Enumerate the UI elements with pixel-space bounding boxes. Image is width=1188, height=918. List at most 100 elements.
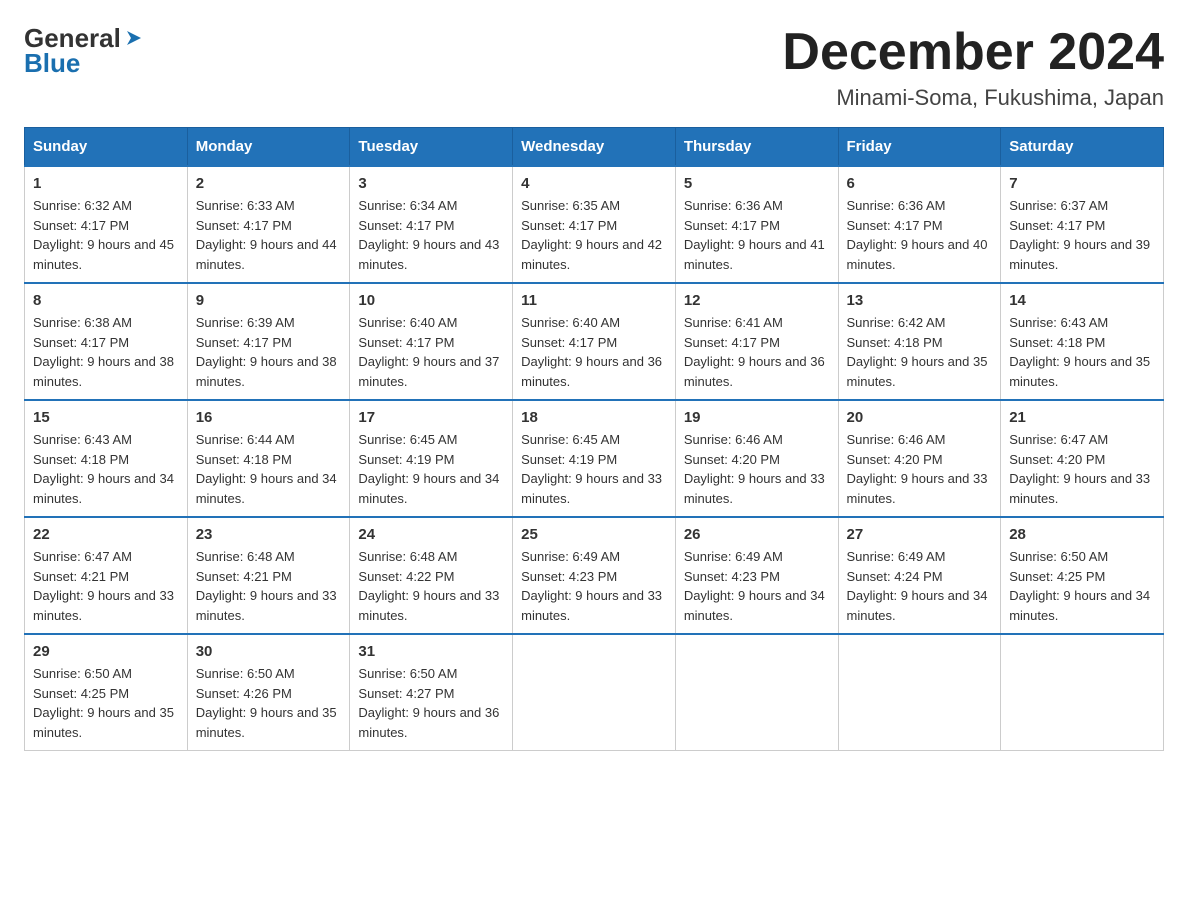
day-number: 25 [521,526,667,543]
calendar-cell: 27 Sunrise: 6:49 AMSunset: 4:24 PMDayligh… [838,517,1001,634]
day-info: Sunrise: 6:41 AMSunset: 4:17 PMDaylight:… [684,313,830,391]
day-number: 28 [1009,526,1155,543]
day-number: 26 [684,526,830,543]
calendar-cell [675,634,838,751]
calendar-cell: 30 Sunrise: 6:50 AMSunset: 4:26 PMDayligh… [187,634,350,751]
header-thursday: Thursday [675,128,838,167]
day-number: 31 [358,643,504,660]
day-number: 13 [847,292,993,309]
week-row-5: 29 Sunrise: 6:50 AMSunset: 4:25 PMDayligh… [25,634,1164,751]
day-number: 24 [358,526,504,543]
week-row-1: 1Sunrise: 6:32 AMSunset: 4:17 PMDaylight… [25,166,1164,283]
calendar-cell [513,634,676,751]
day-info: Sunrise: 6:36 AMSunset: 4:17 PMDaylight:… [684,196,830,274]
logo: General Blue [24,24,145,77]
day-info: Sunrise: 6:50 AMSunset: 4:26 PMDaylight:… [196,664,342,742]
day-info: Sunrise: 6:43 AMSunset: 4:18 PMDaylight:… [1009,313,1155,391]
calendar-cell: 4 Sunrise: 6:35 AMSunset: 4:17 PMDaylight… [513,166,676,283]
logo-blue: Blue [24,49,145,78]
calendar-subtitle: Minami-Soma, Fukushima, Japan [782,85,1164,111]
day-info: Sunrise: 6:34 AMSunset: 4:17 PMDaylight:… [358,196,504,274]
day-number: 16 [196,409,342,426]
calendar-cell: 28 Sunrise: 6:50 AMSunset: 4:25 PMDayligh… [1001,517,1164,634]
day-number: 3 [358,175,504,192]
day-info: Sunrise: 6:49 AMSunset: 4:23 PMDaylight:… [684,547,830,625]
day-number: 27 [847,526,993,543]
logo-arrow-icon [123,27,145,49]
day-info: Sunrise: 6:46 AMSunset: 4:20 PMDaylight:… [684,430,830,508]
header-friday: Friday [838,128,1001,167]
calendar-cell: 8 Sunrise: 6:38 AMSunset: 4:17 PMDaylight… [25,283,188,400]
calendar-table: SundayMondayTuesdayWednesdayThursdayFrid… [24,127,1164,751]
header-tuesday: Tuesday [350,128,513,167]
day-number: 12 [684,292,830,309]
calendar-title: December 2024 [782,24,1164,81]
week-row-4: 22Sunrise: 6:47 AMSunset: 4:21 PMDayligh… [25,517,1164,634]
calendar-cell: 3 Sunrise: 6:34 AMSunset: 4:17 PMDaylight… [350,166,513,283]
calendar-cell: 17 Sunrise: 6:45 AMSunset: 4:19 PMDayligh… [350,400,513,517]
calendar-cell: 12 Sunrise: 6:41 AMSunset: 4:17 PMDayligh… [675,283,838,400]
day-info: Sunrise: 6:38 AMSunset: 4:17 PMDaylight:… [33,313,179,391]
day-info: Sunrise: 6:35 AMSunset: 4:17 PMDaylight:… [521,196,667,274]
calendar-cell: 15Sunrise: 6:43 AMSunset: 4:18 PMDayligh… [25,400,188,517]
day-info: Sunrise: 6:47 AMSunset: 4:21 PMDaylight:… [33,547,179,625]
day-number: 5 [684,175,830,192]
calendar-cell: 11 Sunrise: 6:40 AMSunset: 4:17 PMDayligh… [513,283,676,400]
day-info: Sunrise: 6:32 AMSunset: 4:17 PMDaylight:… [33,196,179,274]
day-info: Sunrise: 6:47 AMSunset: 4:20 PMDaylight:… [1009,430,1155,508]
header-saturday: Saturday [1001,128,1164,167]
day-number: 29 [33,643,179,660]
day-info: Sunrise: 6:37 AMSunset: 4:17 PMDaylight:… [1009,196,1155,274]
day-number: 20 [847,409,993,426]
calendar-cell: 19Sunrise: 6:46 AMSunset: 4:20 PMDayligh… [675,400,838,517]
page-header: General Blue December 2024 Minami-Soma, … [24,24,1164,111]
day-info: Sunrise: 6:49 AMSunset: 4:24 PMDaylight:… [847,547,993,625]
header-wednesday: Wednesday [513,128,676,167]
day-number: 30 [196,643,342,660]
calendar-cell: 5 Sunrise: 6:36 AMSunset: 4:17 PMDaylight… [675,166,838,283]
header-monday: Monday [187,128,350,167]
day-info: Sunrise: 6:40 AMSunset: 4:17 PMDaylight:… [521,313,667,391]
title-block: December 2024 Minami-Soma, Fukushima, Ja… [782,24,1164,111]
day-number: 9 [196,292,342,309]
calendar-cell: 13Sunrise: 6:42 AMSunset: 4:18 PMDayligh… [838,283,1001,400]
day-number: 11 [521,292,667,309]
day-info: Sunrise: 6:45 AMSunset: 4:19 PMDaylight:… [521,430,667,508]
day-info: Sunrise: 6:48 AMSunset: 4:21 PMDaylight:… [196,547,342,625]
calendar-cell: 23 Sunrise: 6:48 AMSunset: 4:21 PMDayligh… [187,517,350,634]
day-number: 14 [1009,292,1155,309]
calendar-cell: 1Sunrise: 6:32 AMSunset: 4:17 PMDaylight… [25,166,188,283]
calendar-cell: 6 Sunrise: 6:36 AMSunset: 4:17 PMDaylight… [838,166,1001,283]
day-info: Sunrise: 6:33 AMSunset: 4:17 PMDaylight:… [196,196,342,274]
day-number: 4 [521,175,667,192]
calendar-cell: 18 Sunrise: 6:45 AMSunset: 4:19 PMDayligh… [513,400,676,517]
calendar-cell: 9Sunrise: 6:39 AMSunset: 4:17 PMDaylight… [187,283,350,400]
day-info: Sunrise: 6:50 AMSunset: 4:27 PMDaylight:… [358,664,504,742]
calendar-cell: 7 Sunrise: 6:37 AMSunset: 4:17 PMDaylight… [1001,166,1164,283]
day-number: 23 [196,526,342,543]
day-number: 6 [847,175,993,192]
day-number: 17 [358,409,504,426]
day-number: 2 [196,175,342,192]
day-info: Sunrise: 6:50 AMSunset: 4:25 PMDaylight:… [33,664,179,742]
day-info: Sunrise: 6:46 AMSunset: 4:20 PMDaylight:… [847,430,993,508]
calendar-cell: 20 Sunrise: 6:46 AMSunset: 4:20 PMDayligh… [838,400,1001,517]
calendar-cell [1001,634,1164,751]
day-info: Sunrise: 6:50 AMSunset: 4:25 PMDaylight:… [1009,547,1155,625]
calendar-cell: 31 Sunrise: 6:50 AMSunset: 4:27 PMDayligh… [350,634,513,751]
calendar-cell: 21 Sunrise: 6:47 AMSunset: 4:20 PMDayligh… [1001,400,1164,517]
day-info: Sunrise: 6:45 AMSunset: 4:19 PMDaylight:… [358,430,504,508]
week-row-2: 8 Sunrise: 6:38 AMSunset: 4:17 PMDaylight… [25,283,1164,400]
day-number: 7 [1009,175,1155,192]
calendar-cell: 22Sunrise: 6:47 AMSunset: 4:21 PMDayligh… [25,517,188,634]
day-info: Sunrise: 6:49 AMSunset: 4:23 PMDaylight:… [521,547,667,625]
day-info: Sunrise: 6:44 AMSunset: 4:18 PMDaylight:… [196,430,342,508]
calendar-cell: 26 Sunrise: 6:49 AMSunset: 4:23 PMDayligh… [675,517,838,634]
day-number: 15 [33,409,179,426]
day-number: 8 [33,292,179,309]
day-number: 18 [521,409,667,426]
day-info: Sunrise: 6:36 AMSunset: 4:17 PMDaylight:… [847,196,993,274]
day-number: 21 [1009,409,1155,426]
calendar-cell: 16 Sunrise: 6:44 AMSunset: 4:18 PMDayligh… [187,400,350,517]
header-sunday: Sunday [25,128,188,167]
